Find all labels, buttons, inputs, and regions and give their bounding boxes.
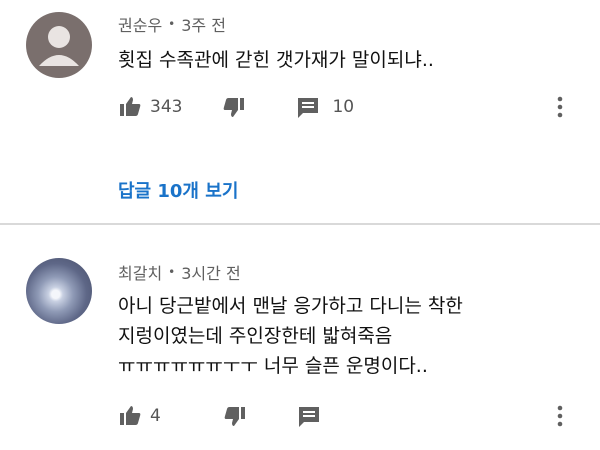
author-name[interactable]: 최갈치 [118, 260, 162, 284]
more-vertical-icon [557, 96, 563, 118]
more-options-button[interactable] [550, 403, 570, 429]
more-vertical-icon [557, 405, 563, 427]
dislike-button[interactable] [222, 95, 246, 119]
reply-comment-icon [298, 98, 319, 118]
comment-item: 최갈치 • 3시간 전 아니 당근밭에서 맨날 응가하고 다니는 착한 지렁이였… [0, 225, 600, 450]
photo-avatar[interactable] [26, 258, 92, 324]
default-avatar-icon [39, 26, 79, 66]
thumbs-up-icon [120, 406, 141, 425]
like-count: 343 [150, 97, 183, 117]
thumbs-up-icon [120, 97, 141, 116]
meta-separator: • [168, 265, 176, 279]
like-button[interactable]: 343 [118, 95, 182, 119]
thumbs-down-icon [224, 98, 245, 117]
comment-item: 권순우 • 3주 전 횟집 수족관에 갇힌 갯가재가 말이되냐.. 343 10… [0, 0, 600, 223]
comment-line: 지렁이였는데 주인장한테 밟혀죽음 [118, 325, 393, 347]
meta-separator: • [168, 17, 176, 31]
comment-meta: 최갈치 • 3시간 전 [118, 260, 241, 284]
like-count: 4 [150, 406, 161, 426]
comment-text: 횟집 수족관에 갇힌 갯가재가 말이되냐.. [118, 45, 560, 75]
comment-actions: 343 10 [118, 94, 354, 120]
comment-time[interactable]: 3시간 전 [181, 260, 240, 284]
comment-line: 아니 당근밭에서 맨날 응가하고 다니는 착한 [118, 295, 463, 317]
author-name[interactable]: 권순우 [118, 12, 162, 36]
comment-meta: 권순우 • 3주 전 [118, 12, 226, 36]
dislike-button[interactable] [223, 404, 247, 428]
view-replies-link[interactable]: 답글 10개 보기 [118, 177, 238, 203]
comment-actions: 4 [118, 403, 321, 429]
reply-count: 10 [332, 97, 355, 117]
reply-button[interactable] [297, 404, 321, 428]
like-button[interactable]: 4 [118, 404, 161, 428]
comment-text: 아니 당근밭에서 맨날 응가하고 다니는 착한 지렁이였는데 주인장한테 밟혀죽… [118, 291, 560, 381]
thumbs-down-icon [224, 407, 245, 426]
comment-time[interactable]: 3주 전 [181, 12, 226, 36]
more-options-button[interactable] [550, 94, 570, 120]
avatar[interactable] [26, 12, 92, 78]
comment-line: ㅠㅠㅠㅠㅠㅠㅜㅜ 너무 슬픈 운명이다.. [118, 355, 428, 377]
reply-comment-icon [298, 407, 319, 427]
reply-button[interactable]: 10 [296, 95, 354, 119]
comment-line: 횟집 수족관에 갇힌 갯가재가 말이되냐.. [118, 49, 434, 71]
